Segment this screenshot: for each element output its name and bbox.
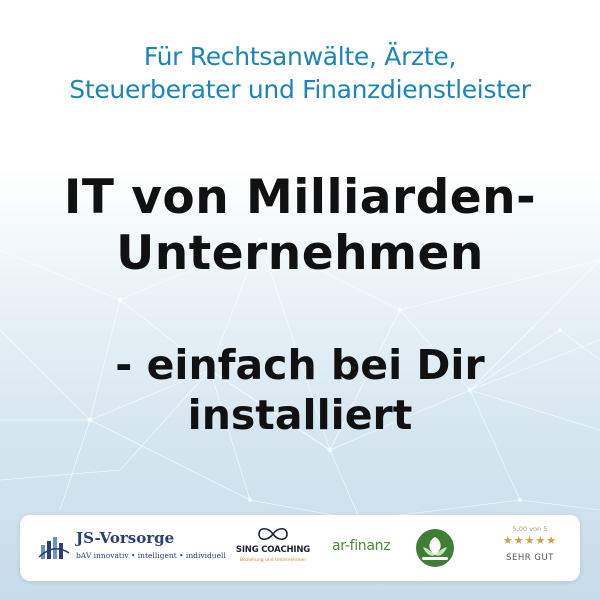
infinity-icon <box>258 527 288 541</box>
tagline-line-1: - einfach bei Dir <box>115 341 485 389</box>
headline-line-2: Unternehmen <box>116 226 484 281</box>
rating-label: SEHR GUT <box>506 553 554 563</box>
ar-finanz-logo: ar-finanz <box>332 515 472 581</box>
leaf-emblem-icon <box>416 529 454 567</box>
star-rating-icon: ★★★★★ <box>502 534 558 547</box>
bar-chart-icon <box>38 537 70 559</box>
sing-coaching-subtitle: Beziehung und Unternehmen <box>240 558 306 563</box>
headline: IT von Milliarden- Unternehmen <box>0 170 600 282</box>
js-vorsorge-slogan: bAV innovativ • intelligent • individuel… <box>76 551 226 560</box>
js-vorsorge-logo: JS-Vorsorge bAV innovativ • intelligent … <box>38 515 238 581</box>
sing-coaching-title: SING COACHING <box>235 545 311 555</box>
ad-banner: { "subtitle": { "line1": "Für Rechtsanwä… <box>0 0 600 600</box>
headline-line-1: IT von Milliarden- <box>63 170 537 225</box>
ar-finanz-title: ar-finanz <box>332 538 391 554</box>
rating-score: 5,00 von 5 <box>512 525 548 533</box>
js-vorsorge-title: JS-Vorsorge <box>76 529 175 547</box>
tagline-line-2: installiert <box>187 391 413 439</box>
tagline: - einfach bei Dir installiert <box>0 340 600 440</box>
rating-widget: 5,00 von 5 ★★★★★ SEHR GUT <box>490 515 570 581</box>
subtitle-line-2: Steuerberater und Finanzdienstleister <box>69 75 531 104</box>
subtitle-line-1: Für Rechtsanwälte, Ärzte, <box>143 42 457 71</box>
partner-logo-bar: JS-Vorsorge bAV innovativ • intelligent … <box>20 515 580 581</box>
sing-coaching-logo: SING COACHING Beziehung und Unternehmen <box>228 515 318 581</box>
target-audience-text: Für Rechtsanwälte, Ärzte, Steuerberater … <box>0 40 600 106</box>
